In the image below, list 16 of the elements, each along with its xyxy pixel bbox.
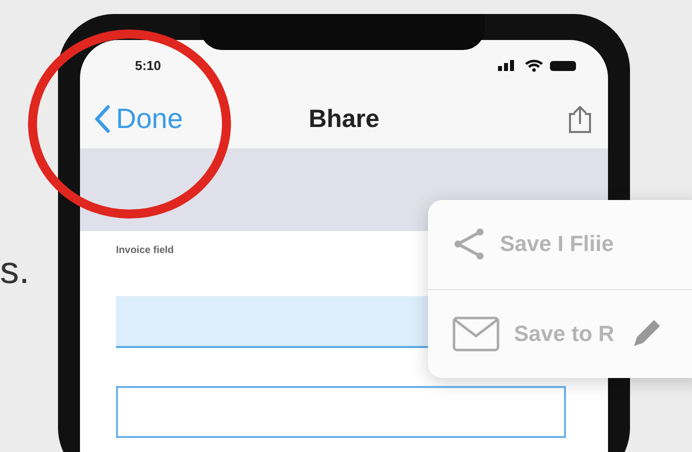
share-icon (566, 104, 594, 134)
back-button[interactable]: Done (94, 103, 183, 135)
screen-title: Bhare (308, 104, 380, 132)
menu-item[interactable]: Save I Fliie (428, 200, 692, 288)
menu-item[interactable]: Save to R (428, 288, 692, 378)
input-field[interactable] (116, 386, 566, 438)
battery-icon (550, 61, 576, 71)
share-button[interactable] (566, 104, 594, 134)
share-nodes-icon (452, 227, 486, 262)
chevron-left-icon (94, 105, 110, 133)
envelope-icon (452, 316, 500, 352)
wifi-icon (524, 60, 544, 72)
status-time: 5:10 (135, 58, 162, 72)
partial-text: s. (0, 250, 30, 293)
signal-icon (498, 60, 514, 71)
field-label: Invoice field (116, 245, 175, 256)
